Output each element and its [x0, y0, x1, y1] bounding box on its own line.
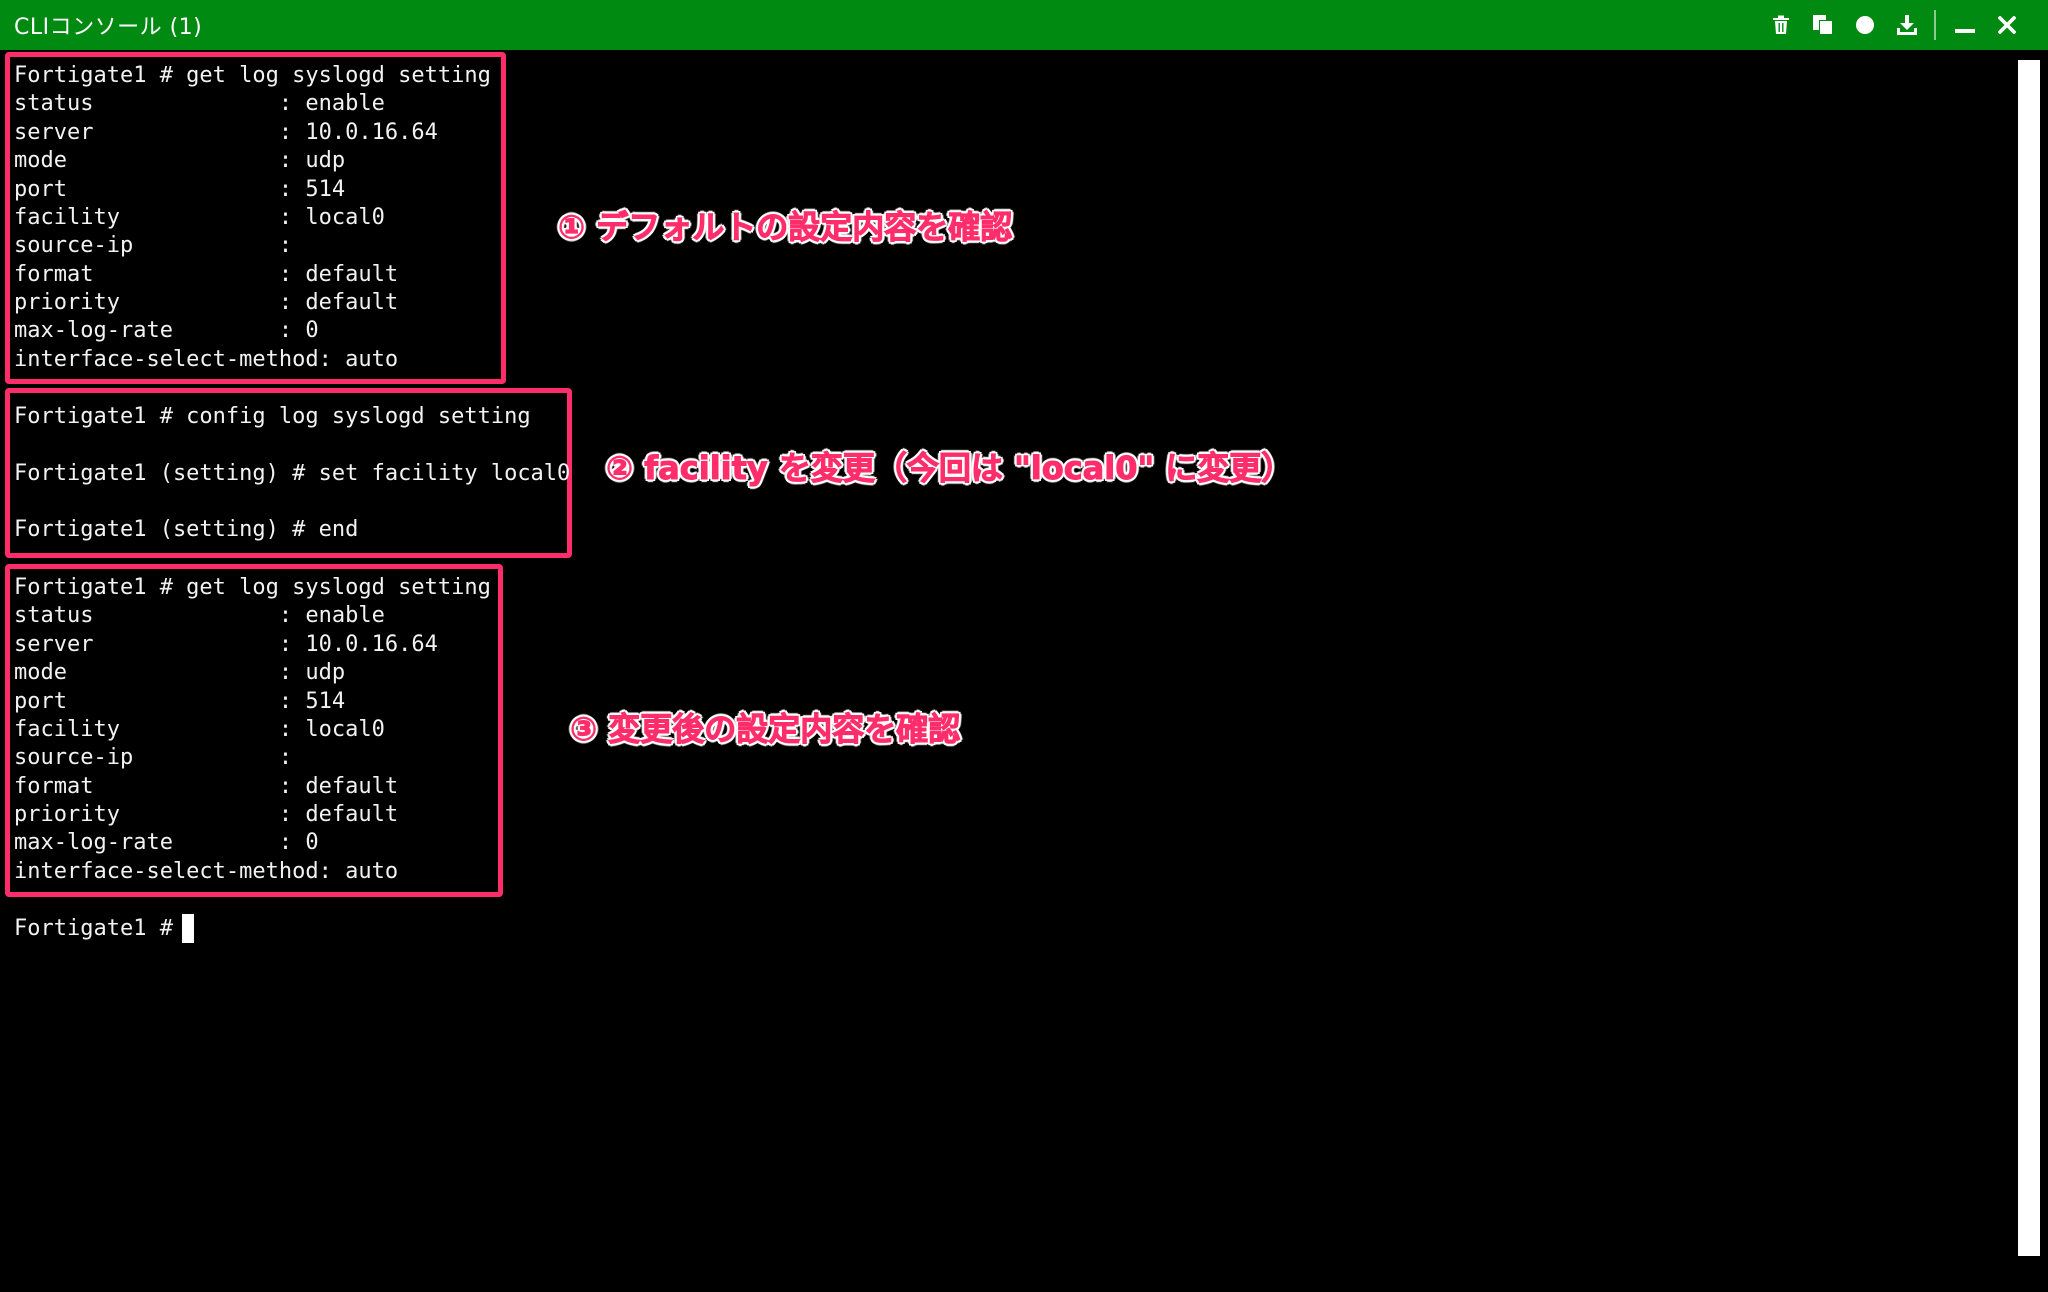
- clear-button[interactable]: [1760, 0, 1802, 50]
- copy-icon: [1813, 15, 1833, 35]
- download-button[interactable]: [1886, 0, 1928, 50]
- terminal-line: server : 10.0.16.64: [14, 120, 438, 145]
- window-title: CLIコンソール (1): [14, 15, 203, 40]
- terminal-line: Fortigate1 # get log syslogd setting: [14, 63, 491, 88]
- terminal-line: format : default: [14, 262, 399, 287]
- terminal-line: source-ip :: [14, 233, 293, 258]
- terminal-prompt: Fortigate1 #: [14, 916, 173, 941]
- minimize-button[interactable]: [1944, 0, 1986, 50]
- callout-3: ③ 変更後の設定内容を確認: [569, 710, 961, 749]
- terminal-line: port : 514: [14, 689, 346, 714]
- download-icon: [1897, 15, 1917, 35]
- terminal-line: Fortigate1 # get log syslogd setting: [14, 575, 491, 600]
- copy-button[interactable]: [1802, 0, 1844, 50]
- terminal-line: Fortigate1 # config log syslogd setting: [14, 404, 531, 429]
- terminal-line: port : 514: [14, 177, 346, 202]
- close-icon: [1998, 16, 2016, 34]
- terminal-line: status : enable: [14, 91, 385, 116]
- terminal-line: source-ip :: [14, 745, 293, 770]
- terminal-line: format : default: [14, 774, 399, 799]
- terminal-line: server : 10.0.16.64: [14, 632, 438, 657]
- terminal-line: mode : udp: [14, 148, 346, 173]
- record-button[interactable]: [1844, 0, 1886, 50]
- terminal-line: priority : default: [14, 290, 399, 315]
- minimize-icon: [1955, 29, 1975, 33]
- title-bar: CLIコンソール (1): [0, 0, 2048, 50]
- close-button[interactable]: [1986, 0, 2028, 50]
- trash-icon: [1773, 15, 1789, 34]
- terminal-line: interface-select-method: auto: [14, 347, 399, 372]
- terminal-line: mode : udp: [14, 660, 346, 685]
- terminal-line: max-log-rate : 0: [14, 830, 319, 855]
- record-icon: [1856, 16, 1874, 34]
- terminal-line: status : enable: [14, 603, 385, 628]
- terminal-line: facility : local0: [14, 205, 385, 230]
- callout-1: ① デフォルトの設定内容を確認: [557, 208, 1013, 247]
- callout-2: ② facility を変更（今回は "local0" に変更）: [605, 449, 1294, 488]
- toolbar: [1760, 0, 2028, 50]
- terminal-line: facility : local0: [14, 717, 385, 742]
- text-cursor: [182, 914, 194, 943]
- toolbar-separator: [1934, 10, 1936, 40]
- terminal-line: Fortigate1 (setting) # set facility loca…: [14, 461, 571, 486]
- scrollbar[interactable]: [2018, 60, 2040, 1256]
- terminal-line: max-log-rate : 0: [14, 318, 319, 343]
- cli-console-window: CLIコンソール (1) Fortigate1 # get log syslog…: [0, 0, 2048, 1292]
- terminal-line: interface-select-method: auto: [14, 859, 399, 884]
- terminal-line: priority : default: [14, 802, 399, 827]
- terminal-line: Fortigate1 (setting) # end: [14, 517, 359, 542]
